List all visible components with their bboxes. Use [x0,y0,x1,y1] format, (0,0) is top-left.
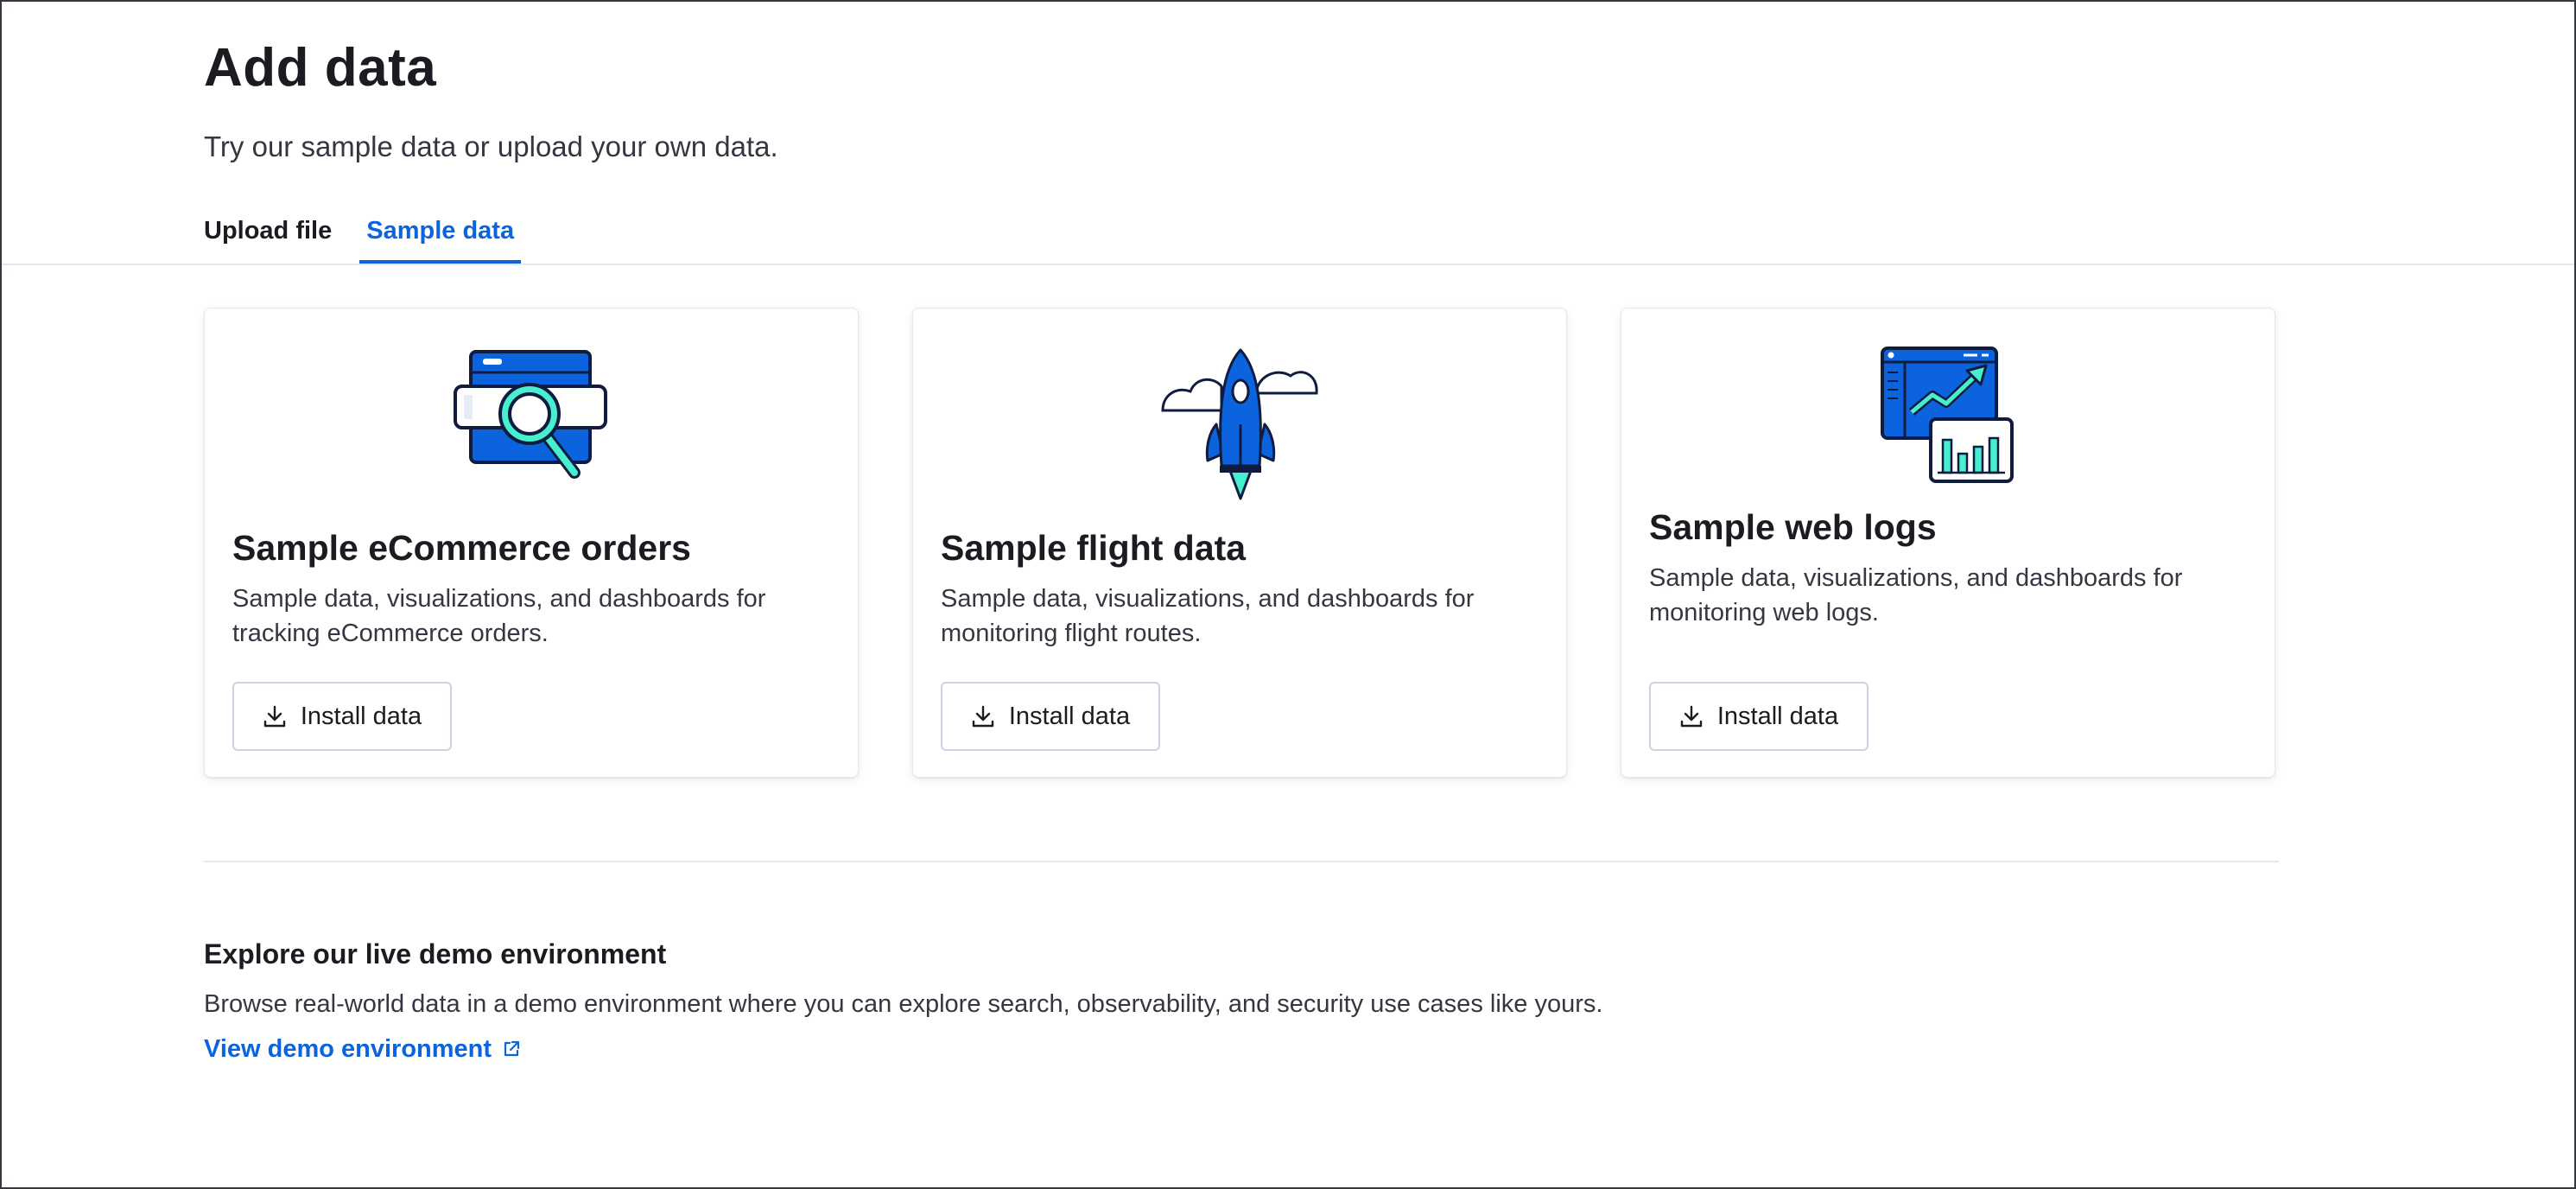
demo-link-label: View demo environment [204,1035,492,1063]
install-data-label: Install data [1008,702,1131,730]
external-link-icon [504,1040,520,1057]
download-icon [263,705,286,728]
card-ecommerce: Sample eCommerce orders Sample data, vis… [204,308,859,778]
tab-bar: Upload file Sample data [197,200,521,264]
web-logs-dashboard-illustration [1621,347,2275,485]
card-flight: Sample flight data Sample data, visualiz… [912,308,1567,778]
page-description: Try our sample data or upload your own d… [204,130,778,162]
sample-data-cards: Sample eCommerce orders Sample data, vis… [204,308,2275,778]
card-description: Sample data, visualizations, and dashboa… [1649,564,2183,626]
card-title: Sample eCommerce orders [232,528,691,568]
card-description: Sample data, visualizations, and dashboa… [941,585,1475,647]
tab-sample-data[interactable]: Sample data [359,200,521,264]
tab-upload-file[interactable]: Upload file [197,200,339,263]
card-web-logs: Sample web logs Sample data, visualizati… [1621,308,2275,778]
page-title: Add data [204,38,437,98]
rocket-clouds-illustration [913,345,1566,500]
card-description: Sample data, visualizations, and dashboa… [232,585,766,647]
tab-divider [2,264,2574,265]
install-data-button[interactable]: Install data [232,682,452,751]
demo-section-title: Explore our live demo environment [204,938,667,970]
view-demo-environment-link[interactable]: View demo environment [204,1032,521,1066]
page-header: Add data [204,35,436,102]
demo-section-description: Browse real-world data in a demo environ… [204,990,1603,1018]
card-title: Sample web logs [1649,507,1937,547]
install-data-button[interactable]: Install data [941,682,1160,751]
section-divider [204,861,2279,862]
download-icon [1680,705,1703,728]
card-title: Sample flight data [941,528,1247,568]
download-icon [972,705,994,728]
install-data-label: Install data [300,702,422,730]
install-data-label: Install data [1716,702,1839,730]
ecommerce-search-illustration [205,347,858,485]
install-data-button[interactable]: Install data [1649,682,1869,751]
